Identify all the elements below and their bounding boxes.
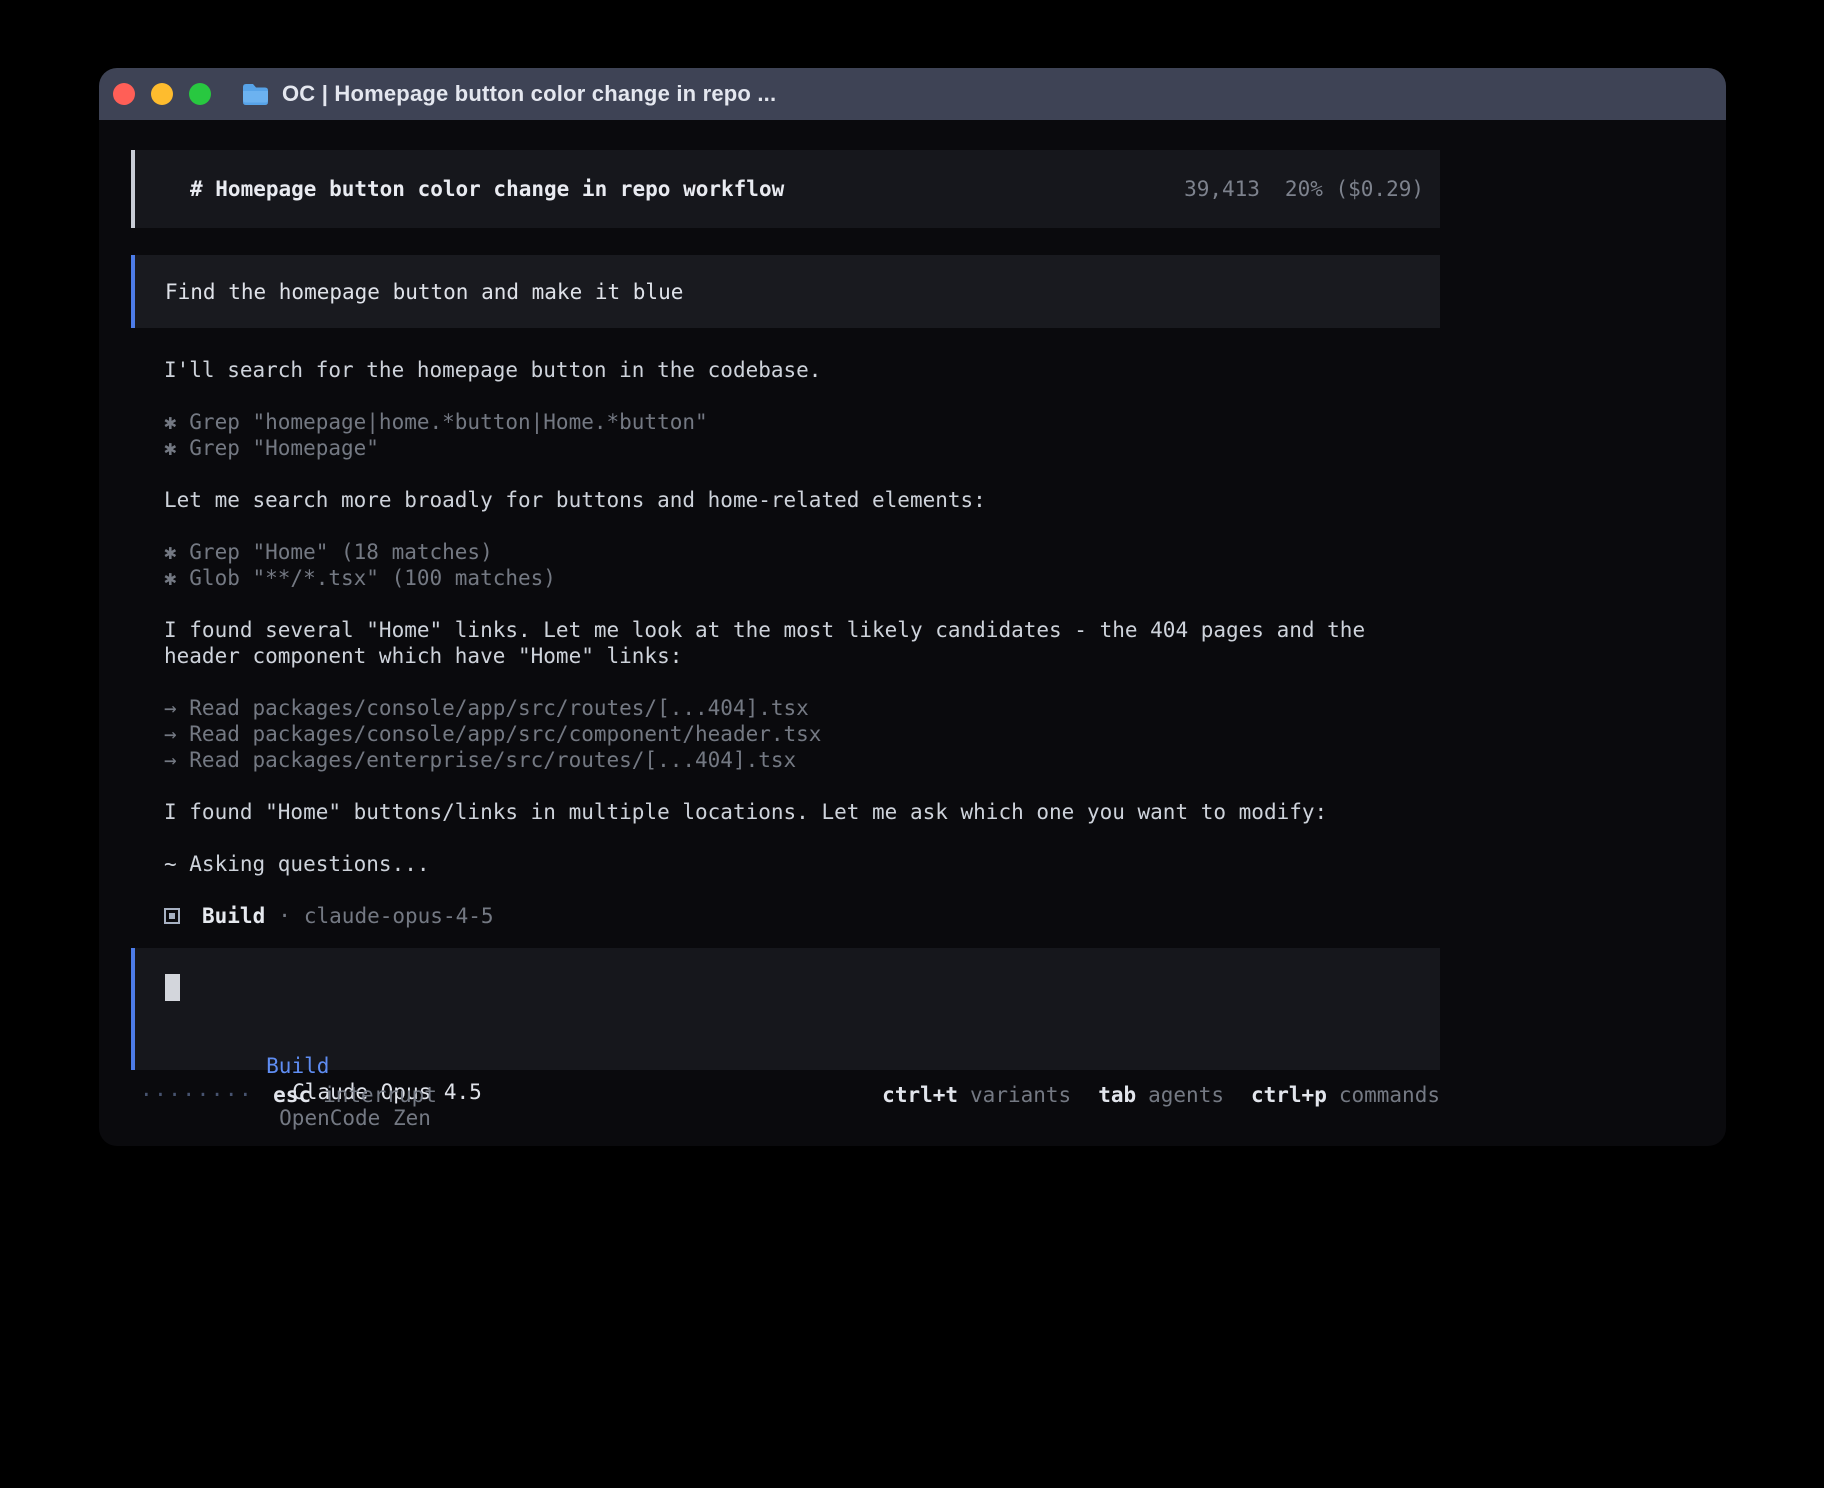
assistant-text: header component which have "Home" links… <box>164 643 1440 669</box>
tool-call-grep: ✱ Grep "Home" (18 matches) <box>164 539 1440 565</box>
terminal-window: OC | Homepage button color change in rep… <box>99 68 1726 1146</box>
user-message-block: Find the homepage button and make it blu… <box>131 255 1440 328</box>
tool-call-read: → Read packages/console/app/src/componen… <box>164 721 1440 747</box>
agent-icon <box>164 908 180 924</box>
shortcut-agents: tab agents <box>1098 1082 1224 1108</box>
assistant-text: I found "Home" buttons/links in multiple… <box>164 799 1440 825</box>
commands-label: commands <box>1339 1082 1440 1108</box>
ctrl-p-key: ctrl+p <box>1251 1082 1327 1108</box>
agent-status-row: Build · claude-opus-4-5 <box>164 903 1440 929</box>
user-message: Find the homepage button and make it blu… <box>165 279 683 305</box>
assistant-text: I found several "Home" links. Let me loo… <box>164 617 1440 643</box>
context-usage: 20% ($0.29) <box>1285 176 1424 202</box>
titlebar[interactable]: OC | Homepage button color change in rep… <box>99 68 1726 120</box>
shortcut-interrupt: esc interrupt <box>273 1082 437 1108</box>
agent-name: Build <box>202 903 265 929</box>
tool-call-read: → Read packages/enterprise/src/routes/[.… <box>164 747 1440 773</box>
status-bar-right: ctrl+t variants tab agents ctrl+p comman… <box>882 1082 1440 1108</box>
input-line[interactable] <box>165 974 1440 1001</box>
tab-key: tab <box>1098 1082 1136 1108</box>
tool-call-read: → Read packages/console/app/src/routes/[… <box>164 695 1440 721</box>
terminal-content: # Homepage button color change in repo w… <box>131 150 1440 1108</box>
interrupt-label: interrupt <box>323 1082 437 1108</box>
tool-call-glob: ✱ Glob "**/*.tsx" (100 matches) <box>164 565 1440 591</box>
token-count: 39,413 <box>1184 176 1260 202</box>
window-title: OC | Homepage button color change in rep… <box>282 81 776 107</box>
ctrl-t-key: ctrl+t <box>882 1082 958 1108</box>
text-cursor <box>165 974 180 1001</box>
zoom-button[interactable] <box>189 83 211 105</box>
session-title: # Homepage button color change in repo w… <box>190 176 784 202</box>
variants-label: variants <box>970 1082 1071 1108</box>
status-bar: ········ esc interrupt ctrl+t variants t… <box>131 1082 1440 1108</box>
status-bar-left: ········ esc interrupt <box>140 1082 437 1108</box>
folder-icon <box>242 83 269 105</box>
traffic-lights <box>113 83 211 105</box>
session-stats: 39,413 20% ($0.29) <box>1184 176 1424 202</box>
agent-mode-label: Build <box>266 1054 329 1078</box>
tool-call-grep: ✱ Grep "homepage|home.*button|Home.*butt… <box>164 409 1440 435</box>
close-button[interactable] <box>113 83 135 105</box>
separator-dot-icon: · <box>278 903 291 929</box>
agents-label: agents <box>1148 1082 1224 1108</box>
shortcut-variants: ctrl+t variants <box>882 1082 1071 1108</box>
session-header: # Homepage button color change in repo w… <box>131 150 1440 228</box>
model-id: claude-opus-4-5 <box>304 903 494 929</box>
minimize-button[interactable] <box>151 83 173 105</box>
transcript: I'll search for the homepage button in t… <box>131 357 1440 929</box>
assistant-status-text: ~ Asking questions... <box>164 851 1440 877</box>
shortcut-commands: ctrl+p commands <box>1251 1082 1440 1108</box>
esc-key: esc <box>273 1082 311 1108</box>
tool-call-grep: ✱ Grep "Homepage" <box>164 435 1440 461</box>
prompt-editor[interactable]: Build Claude Opus 4.5 OpenCode Zen <box>131 948 1440 1070</box>
editor-status-line: Build Claude Opus 4.5 OpenCode Zen <box>165 1027 1440 1053</box>
spinner-dots-icon: ········ <box>140 1082 253 1108</box>
provider-name: OpenCode Zen <box>279 1106 431 1130</box>
assistant-text: Let me search more broadly for buttons a… <box>164 487 1440 513</box>
assistant-text: I'll search for the homepage button in t… <box>164 357 1440 383</box>
